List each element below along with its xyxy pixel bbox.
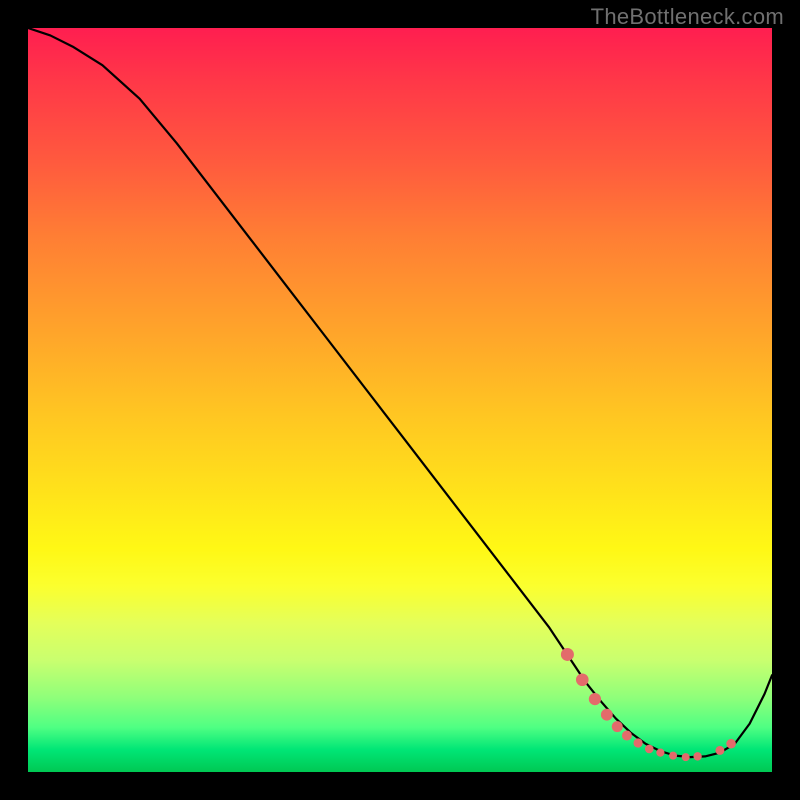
curve-marker: [715, 746, 724, 755]
curve-marker: [601, 709, 613, 721]
plot-area: [28, 28, 772, 772]
curve-marker: [726, 739, 736, 749]
curve-layer: [28, 28, 772, 772]
curve-marker: [612, 721, 623, 732]
bottleneck-curve: [28, 28, 772, 757]
curve-marker: [669, 752, 677, 760]
watermark-label: TheBottleneck.com: [591, 4, 784, 30]
curve-marker: [561, 648, 574, 661]
curve-marker: [645, 745, 654, 754]
chart-frame: TheBottleneck.com: [0, 0, 800, 800]
curve-marker: [576, 673, 589, 686]
curve-marker: [682, 753, 690, 761]
curve-marker: [633, 738, 642, 747]
curve-marker: [622, 731, 632, 741]
curve-marker: [693, 752, 701, 760]
curve-marker: [589, 693, 601, 705]
curve-marker: [656, 749, 664, 757]
